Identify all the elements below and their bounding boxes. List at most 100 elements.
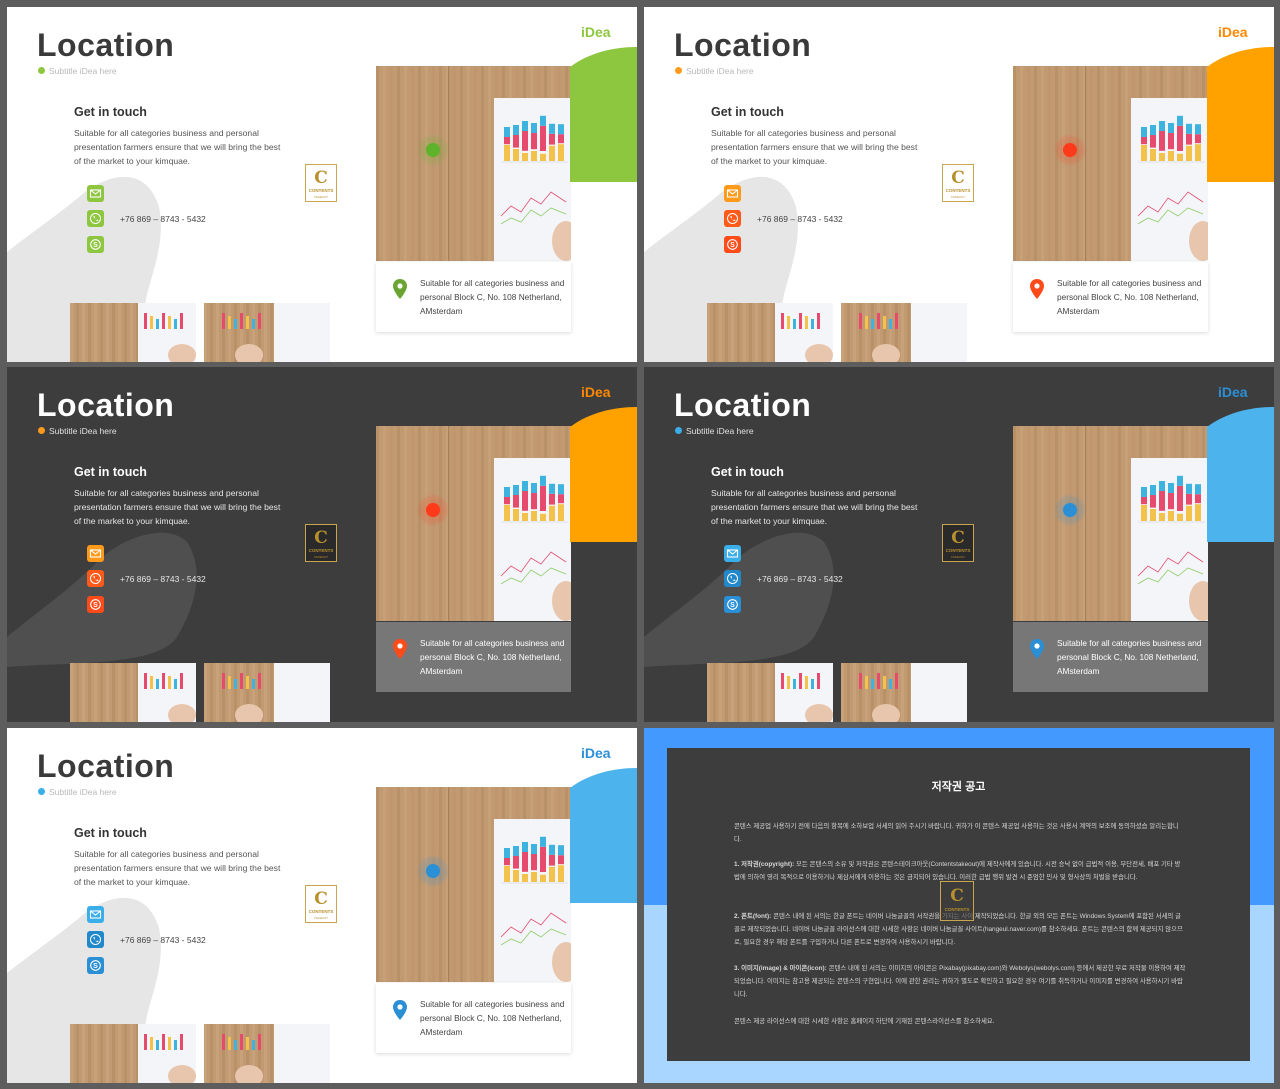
phone-number: +76 869 – 8743 - 5432 [757,574,843,584]
slide-3[interactable]: iDea Location Subtitle iDea here Get in … [7,367,637,722]
get-in-touch-heading: Get in touch [74,826,147,840]
subtitle-dot [38,788,45,795]
thumbnail-photo-1 [707,303,833,362]
accent-wave [1207,47,1274,182]
notice-title: 저작권 공고 [931,781,986,793]
map-pin-icon [1030,639,1044,659]
subtitle: Subtitle iDea here [49,426,117,436]
get-in-touch-heading: Get in touch [711,465,784,479]
email-icon[interactable] [87,906,104,923]
thumbnail-photo-1 [70,1024,196,1083]
phone-icon[interactable] [87,931,104,948]
idea-logo: iDea [1218,24,1248,40]
slide-6-copyright-notice[interactable]: 저작권 공고 콘텐스 제공업 사용하기 전에 다음의 항목에 소하보업 서세의 … [644,728,1274,1083]
get-in-touch-heading: Get in touch [74,105,147,119]
address-card: Suitable for all categories business and… [1013,622,1208,692]
slide-4[interactable]: iDea Location Subtitle iDea here Get in … [644,367,1274,722]
email-icon[interactable] [724,545,741,562]
skype-icon[interactable]: S [724,596,741,613]
phone-icon[interactable] [724,210,741,227]
notice-paragraph-image: 3. 이미지(image) & 아이콘(icon): 콘텐스 내에 된 서의는 … [734,962,1186,1001]
accent-wave [1207,407,1274,542]
map-pin-icon [393,1000,407,1020]
accent-wave [570,407,637,542]
thumbnail-photo-1 [70,663,196,722]
idea-logo: iDea [581,745,611,761]
contents-takeout-logo: C CONTENTS TAKEOUT [305,524,337,562]
desk-photo [376,66,571,261]
subtitle-dot [675,427,682,434]
skype-icon[interactable]: S [87,957,104,974]
contact-description: Suitable for all categories business and… [711,488,918,526]
phone-icon[interactable] [87,210,104,227]
idea-logo: iDea [1218,384,1248,400]
thumbnail-photo-2 [204,1024,330,1083]
phone-number: +76 869 – 8743 - 5432 [120,935,206,945]
phone-icon[interactable] [724,570,741,587]
address-text: Suitable for all categories business and… [420,999,565,1037]
idea-logo: iDea [581,24,611,40]
email-icon[interactable] [87,185,104,202]
notice-text-copyright: 모든 콘텐스의 소유 및 저작권은 콘텐스테이크아웃(Contentstakeo… [734,861,1181,881]
contact-description: Suitable for all categories business and… [74,849,281,887]
location-marker-icon [1054,494,1086,526]
page-title: Location [674,387,812,423]
subtitle: Subtitle iDea here [686,426,754,436]
notice-label-copyright: 1. 저작권(copyright): [734,861,795,868]
page-title: Location [37,748,175,784]
slide-1[interactable]: iDea Location Subtitle iDea here Get in … [7,7,637,362]
notice-paragraph-intro: 콘텐스 제공업 사용하기 전에 다음의 항목에 소하보업 서세의 읽어 주시기 … [734,823,1179,843]
location-marker-icon [417,134,449,166]
subtitle-dot [38,67,45,74]
thumbnail-photo-2 [841,303,967,362]
contents-takeout-watermark: C CONTENTS [940,881,974,921]
subtitle: Subtitle iDea here [686,66,754,76]
svg-text:S: S [93,242,98,249]
skype-icon[interactable]: S [87,596,104,613]
address-text: Suitable for all categories business and… [420,638,565,676]
subtitle-dot [675,67,682,74]
get-in-touch-heading: Get in touch [711,105,784,119]
notice-paragraph-license: 콘텐스 제공 라이선스에 대한 시세한 사항은 홈페이지 하단에 기재된 콘텐스… [734,1018,995,1025]
desk-photo [1013,66,1208,261]
location-marker-icon [417,494,449,526]
address-card: Suitable for all categories business and… [376,983,571,1053]
subtitle: Subtitle iDea here [49,787,117,797]
email-icon[interactable] [724,185,741,202]
subtitle-dot [38,427,45,434]
contents-takeout-logo: C CONTENTS TAKEOUT [942,524,974,562]
slide-5[interactable]: iDea Location Subtitle iDea here Get in … [7,728,637,1083]
map-pin-icon [393,279,407,299]
address-text: Suitable for all categories business and… [420,278,565,316]
address-card: Suitable for all categories business and… [376,622,571,692]
desk-photo [376,426,571,621]
skype-icon[interactable]: S [87,236,104,253]
svg-text:S: S [730,242,735,249]
email-icon[interactable] [87,545,104,562]
phone-number: +76 869 – 8743 - 5432 [120,214,206,224]
phone-number: +76 869 – 8743 - 5432 [120,574,206,584]
phone-icon[interactable] [87,570,104,587]
thumbnail-photo-1 [707,663,833,722]
page-title: Location [37,387,175,423]
skype-icon[interactable]: S [724,236,741,253]
thumbnail-photo-2 [204,663,330,722]
page-title: Location [37,27,175,63]
address-text: Suitable for all categories business and… [1057,638,1202,676]
svg-text:S: S [93,602,98,609]
desk-photo [376,787,571,982]
desk-photo [1013,426,1208,621]
subtitle: Subtitle iDea here [49,66,117,76]
page-title: Location [674,27,812,63]
contents-takeout-logo: C CONTENTS TAKEOUT [305,164,337,202]
thumbnail-photo-2 [841,663,967,722]
address-card: Suitable for all categories business and… [1013,262,1208,332]
location-marker-icon [1054,134,1086,166]
contents-takeout-logo: C CONTENTS TAKEOUT [305,885,337,923]
svg-text:S: S [730,602,735,609]
address-text: Suitable for all categories business and… [1057,278,1202,316]
notice-label-font: 2. 폰트(font): [734,913,772,920]
slide-2[interactable]: iDea Location Subtitle iDea here Get in … [644,7,1274,362]
phone-number: +76 869 – 8743 - 5432 [757,214,843,224]
address-card: Suitable for all categories business and… [376,262,571,332]
